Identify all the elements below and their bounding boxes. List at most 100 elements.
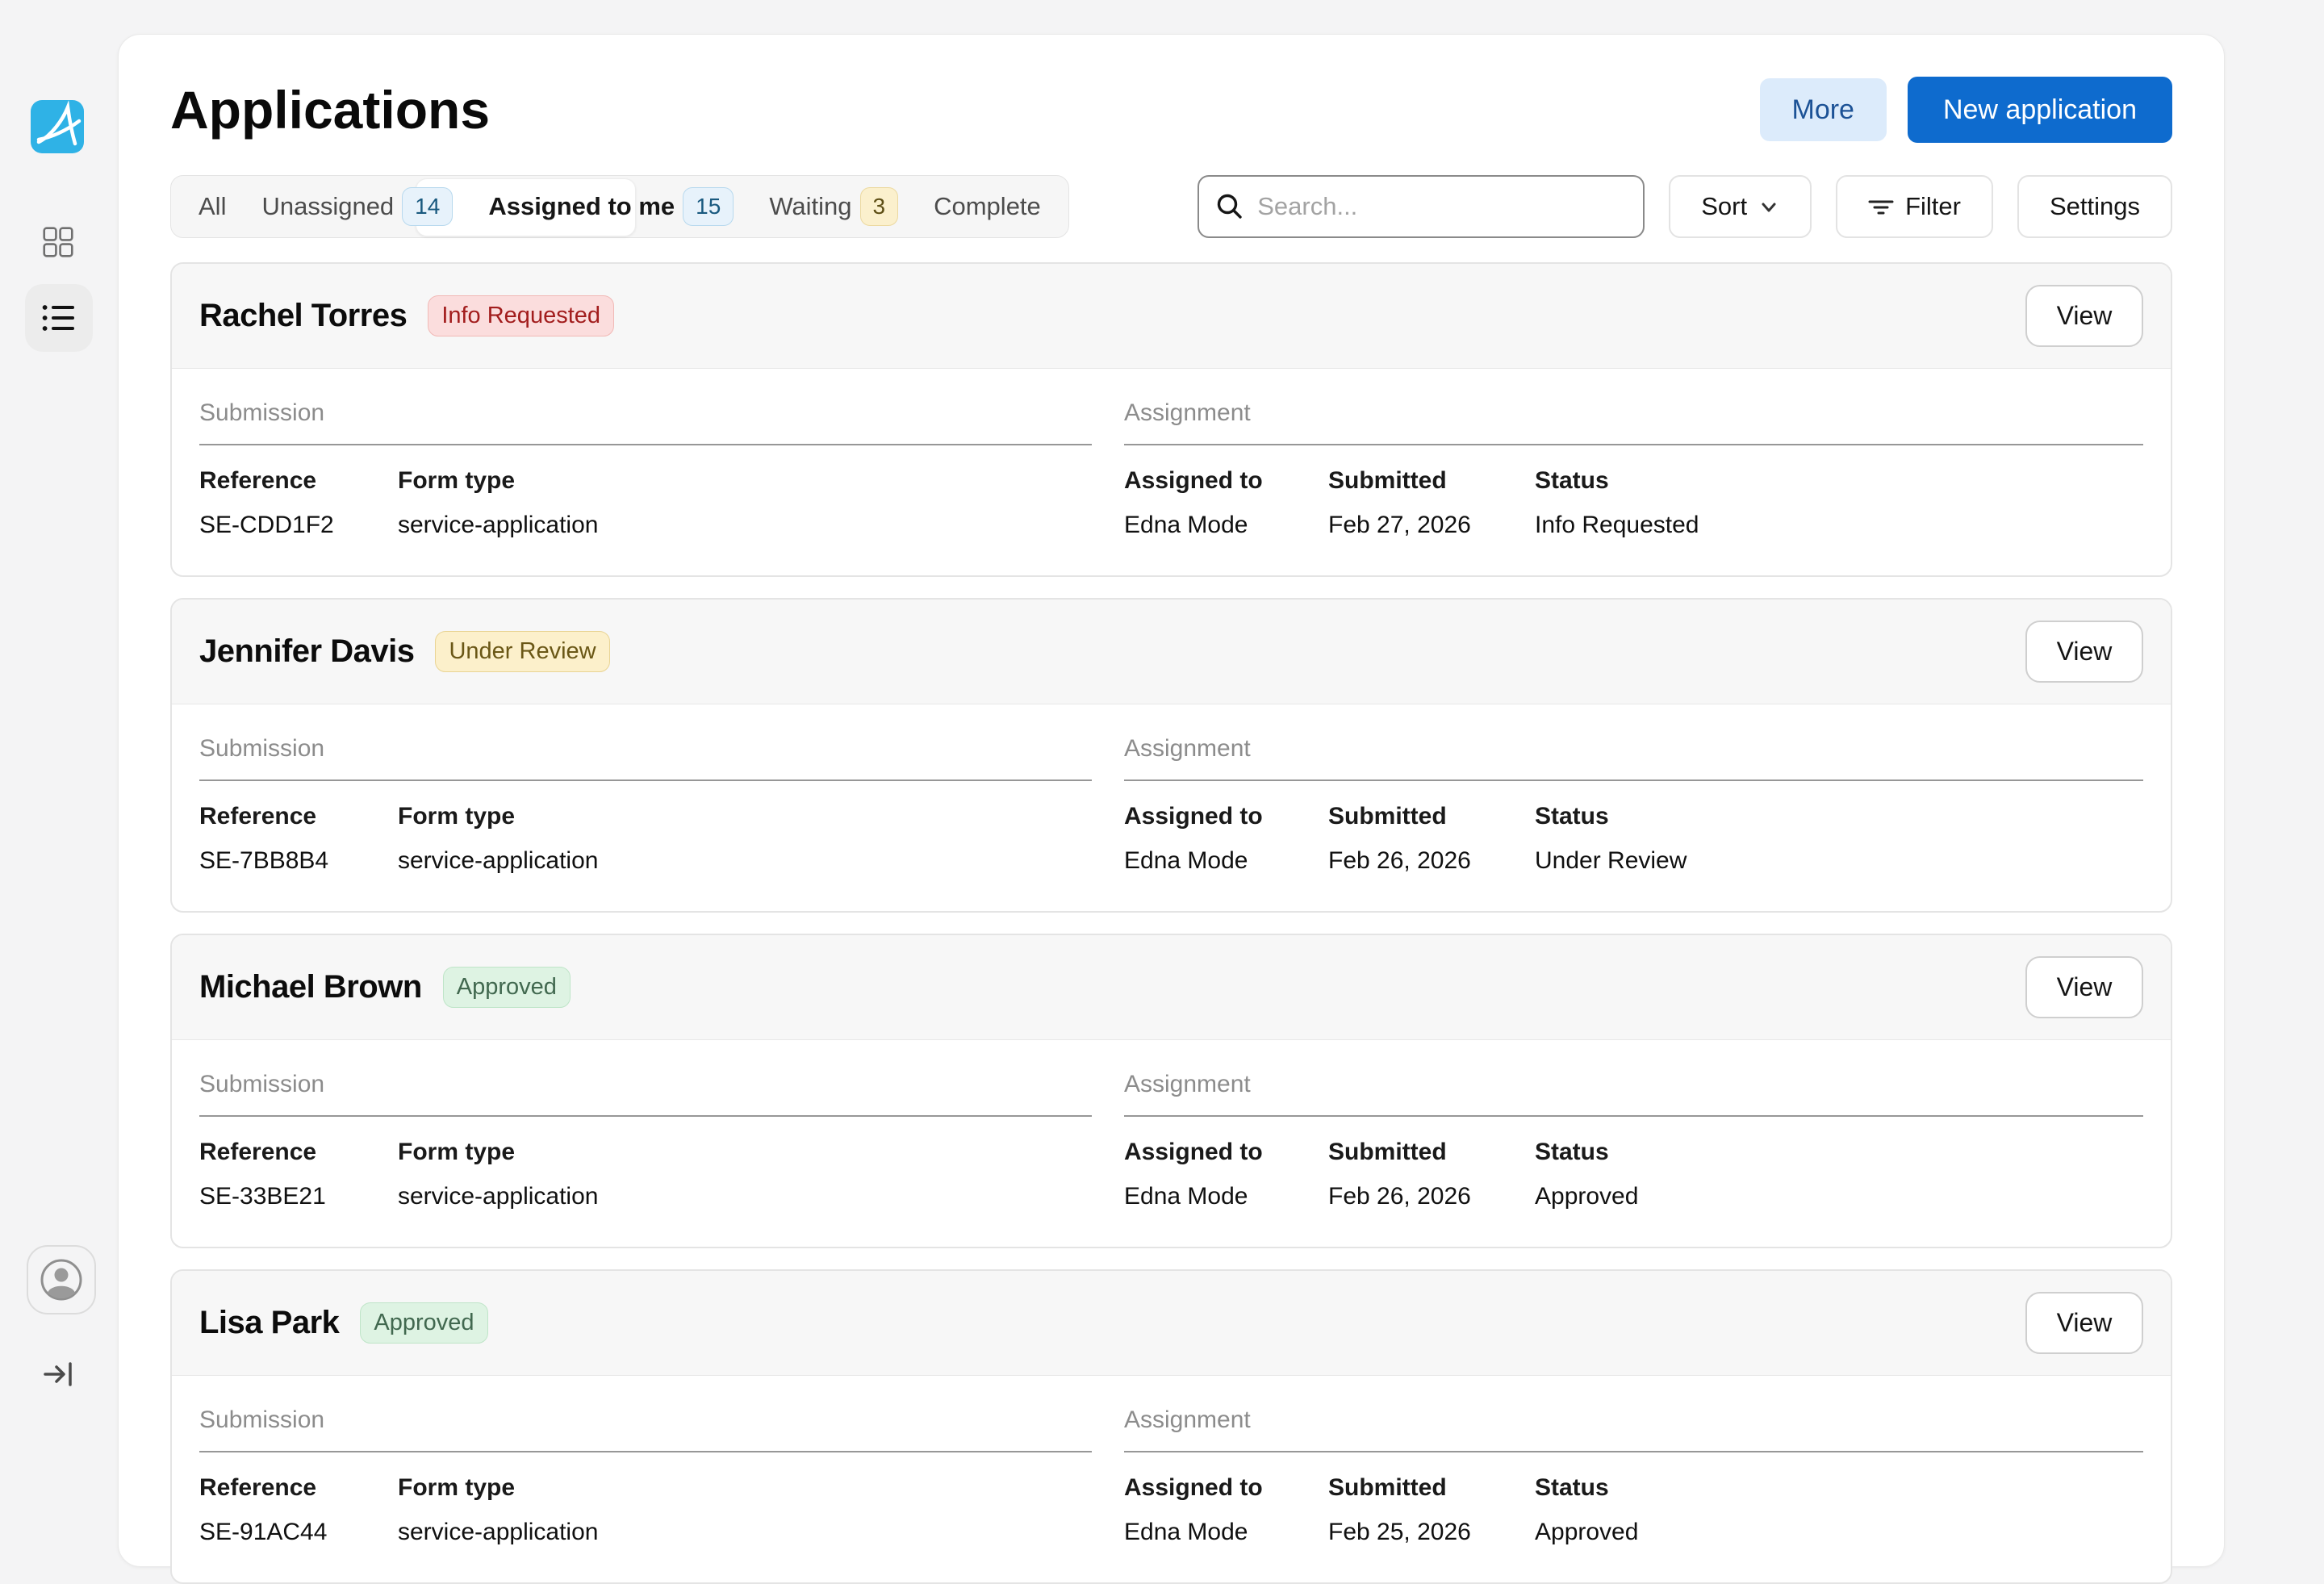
- assigned-to-column-header: Assigned to: [1124, 1474, 1328, 1502]
- sort-button[interactable]: Sort: [1669, 175, 1812, 238]
- application-card-header: Jennifer Davis Under Review View: [172, 600, 2171, 704]
- application-card: Lisa Park Approved View Submission Refer…: [170, 1269, 2172, 1584]
- tab-all[interactable]: All: [199, 192, 226, 221]
- tab-unassigned[interactable]: Unassigned 14: [261, 187, 453, 226]
- tab-assigned-to-me[interactable]: Assigned to me 15: [488, 187, 734, 226]
- search-icon: [1215, 192, 1244, 221]
- applicant-name: Lisa Park: [199, 1305, 339, 1341]
- application-card-body: Submission Reference SE-33BE21 Form type…: [172, 1040, 2171, 1247]
- reference-column-header: Reference: [199, 803, 398, 830]
- applications-list: Rachel Torres Info Requested View Submis…: [170, 262, 2172, 1584]
- status-column-header: Status: [1535, 803, 2143, 830]
- status-badge: Info Requested: [428, 295, 614, 336]
- assigned-to-column-header: Assigned to: [1124, 467, 1328, 495]
- dashboard-grid-icon[interactable]: [43, 227, 73, 257]
- form-type-column-header: Form type: [398, 467, 1092, 495]
- submission-section: Submission Reference SE-91AC44 Form type…: [199, 1406, 1092, 1546]
- assignment-section: Assignment Assigned to Edna Mode Submitt…: [1124, 1071, 2143, 1210]
- form-type-column-header: Form type: [398, 1139, 1092, 1166]
- person-icon: [39, 1257, 84, 1302]
- status-column-header: Status: [1535, 1474, 2143, 1502]
- application-card: Jennifer Davis Under Review View Submiss…: [170, 598, 2172, 913]
- settings-button[interactable]: Settings: [2017, 175, 2172, 238]
- section-divider: [1124, 779, 2143, 781]
- search-input-wrapper: [1198, 175, 1645, 238]
- view-button[interactable]: View: [2025, 621, 2143, 683]
- status-column-header: Status: [1535, 1139, 2143, 1166]
- submitted-column-header: Submitted: [1328, 803, 1535, 830]
- status-badge: Approved: [443, 967, 571, 1008]
- assignment-section: Assignment Assigned to Edna Mode Submitt…: [1124, 735, 2143, 875]
- submitted-value: Feb 26, 2026: [1328, 847, 1535, 875]
- status-value: Approved: [1535, 1183, 2143, 1210]
- submission-section-label: Submission: [199, 1406, 1092, 1434]
- tab-count-badge: 15: [683, 187, 734, 226]
- submitted-value: Feb 26, 2026: [1328, 1183, 1535, 1210]
- tab-waiting[interactable]: Waiting 3: [769, 187, 898, 226]
- reference-value: SE-7BB8B4: [199, 847, 398, 875]
- submission-section-label: Submission: [199, 1071, 1092, 1098]
- tab-bar: All Unassigned 14 Assigned to me 15 Wait…: [170, 175, 1069, 238]
- submitted-column-header: Submitted: [1328, 467, 1535, 495]
- assignment-section-label: Assignment: [1124, 399, 2143, 427]
- assignment-section-label: Assignment: [1124, 1406, 2143, 1434]
- application-card-body: Submission Reference SE-7BB8B4 Form type…: [172, 704, 2171, 911]
- collapse-sidebar-icon[interactable]: [42, 1357, 76, 1391]
- application-card-body: Submission Reference SE-CDD1F2 Form type…: [172, 369, 2171, 575]
- application-card-header: Lisa Park Approved View: [172, 1271, 2171, 1376]
- user-avatar-button[interactable]: [27, 1245, 96, 1314]
- tab-count-badge: 3: [860, 187, 899, 226]
- view-button[interactable]: View: [2025, 956, 2143, 1018]
- status-value: Info Requested: [1535, 512, 2143, 539]
- tab-complete[interactable]: Complete: [934, 192, 1041, 221]
- search-input[interactable]: [1257, 192, 1627, 221]
- more-button[interactable]: More: [1760, 78, 1887, 141]
- sidebar-item-applications-list[interactable]: [25, 284, 93, 352]
- application-card-body: Submission Reference SE-91AC44 Form type…: [172, 1376, 2171, 1582]
- view-button[interactable]: View: [2025, 285, 2143, 347]
- status-value: Under Review: [1535, 847, 2143, 875]
- application-card: Michael Brown Approved View Submission R…: [170, 934, 2172, 1248]
- assigned-to-column-header: Assigned to: [1124, 803, 1328, 830]
- page-title: Applications: [170, 79, 490, 140]
- assigned-to-column-header: Assigned to: [1124, 1139, 1328, 1166]
- submission-section: Submission Reference SE-33BE21 Form type…: [199, 1071, 1092, 1210]
- assigned-to-value: Edna Mode: [1124, 847, 1328, 875]
- status-badge: Approved: [360, 1302, 487, 1344]
- submitted-column-header: Submitted: [1328, 1139, 1535, 1166]
- view-button[interactable]: View: [2025, 1292, 2143, 1354]
- section-divider: [1124, 444, 2143, 445]
- applicant-name: Rachel Torres: [199, 298, 407, 334]
- app-logo[interactable]: [31, 100, 84, 153]
- submission-section: Submission Reference SE-CDD1F2 Form type…: [199, 399, 1092, 539]
- reference-value: SE-91AC44: [199, 1519, 398, 1546]
- submission-section: Submission Reference SE-7BB8B4 Form type…: [199, 735, 1092, 875]
- reference-column-header: Reference: [199, 1474, 398, 1502]
- chevron-down-icon: [1758, 196, 1779, 217]
- reference-column-header: Reference: [199, 467, 398, 495]
- assignment-section-label: Assignment: [1124, 1071, 2143, 1098]
- assignment-section-label: Assignment: [1124, 735, 2143, 763]
- submitted-column-header: Submitted: [1328, 1474, 1535, 1502]
- new-application-button[interactable]: New application: [1908, 77, 2172, 143]
- assigned-to-value: Edna Mode: [1124, 1183, 1328, 1210]
- filter-icon: [1868, 195, 1894, 218]
- tab-count-badge: 14: [402, 187, 453, 226]
- submission-section-label: Submission: [199, 399, 1092, 427]
- assigned-to-value: Edna Mode: [1124, 512, 1328, 539]
- submission-section-label: Submission: [199, 735, 1092, 763]
- section-divider: [199, 779, 1092, 781]
- form-type-column-header: Form type: [398, 803, 1092, 830]
- form-type-value: service-application: [398, 847, 1092, 875]
- applicant-name: Jennifer Davis: [199, 633, 414, 670]
- submitted-value: Feb 25, 2026: [1328, 1519, 1535, 1546]
- section-divider: [199, 444, 1092, 445]
- form-type-value: service-application: [398, 512, 1092, 539]
- status-value: Approved: [1535, 1519, 2143, 1546]
- form-type-value: service-application: [398, 1519, 1092, 1546]
- filter-button[interactable]: Filter: [1836, 175, 1993, 238]
- reference-column-header: Reference: [199, 1139, 398, 1166]
- assignment-section: Assignment Assigned to Edna Mode Submitt…: [1124, 1406, 2143, 1546]
- form-type-column-header: Form type: [398, 1474, 1092, 1502]
- submitted-value: Feb 27, 2026: [1328, 512, 1535, 539]
